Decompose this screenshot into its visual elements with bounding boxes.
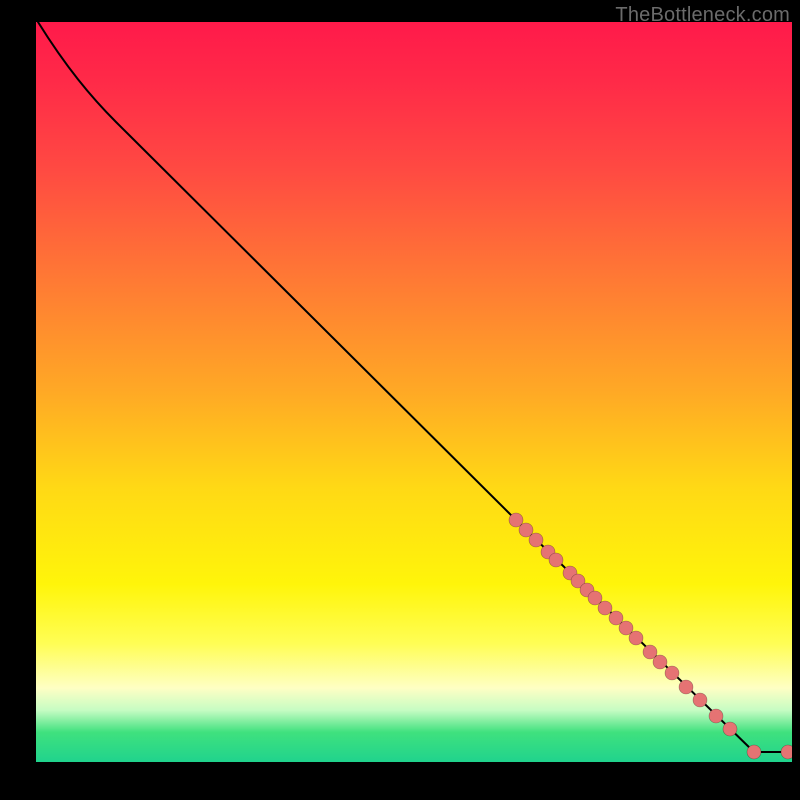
data-point-4 — [549, 553, 563, 567]
data-point-18 — [709, 709, 723, 723]
data-point-2 — [529, 533, 543, 547]
plot-area — [36, 22, 792, 762]
curve-path — [38, 22, 788, 752]
data-point-21 — [781, 745, 792, 759]
data-point-14 — [653, 655, 667, 669]
data-point-9 — [598, 601, 612, 615]
attribution-label: TheBottleneck.com — [615, 4, 790, 27]
data-point-19 — [723, 722, 737, 736]
data-point-17 — [693, 693, 707, 707]
data-point-20 — [747, 745, 761, 759]
data-point-12 — [629, 631, 643, 645]
chart-overlay-svg — [36, 22, 792, 762]
marker-group — [509, 513, 792, 759]
data-point-16 — [679, 680, 693, 694]
chart-stage: TheBottleneck.com — [0, 0, 800, 800]
data-point-15 — [665, 666, 679, 680]
